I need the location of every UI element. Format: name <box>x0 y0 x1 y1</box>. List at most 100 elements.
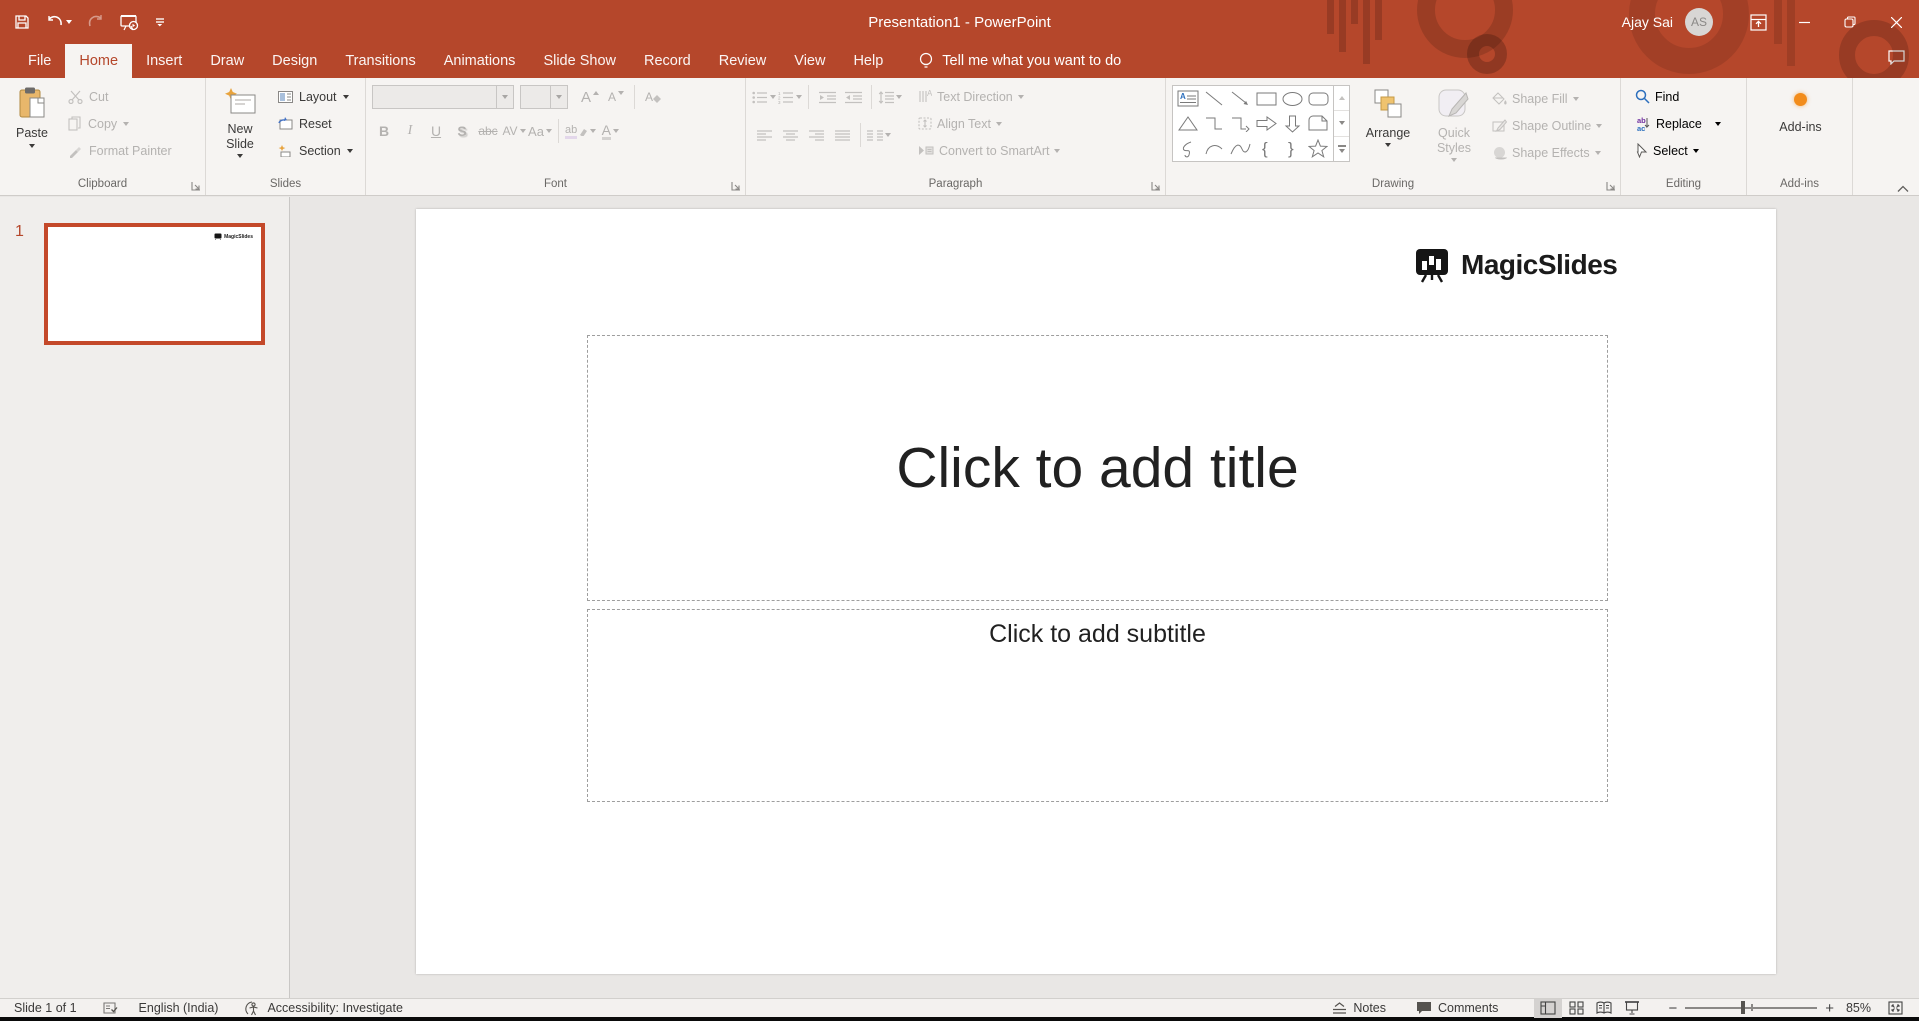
shape-snip-corner[interactable] <box>1308 115 1328 132</box>
bold-button[interactable]: B <box>372 119 396 143</box>
font-dialog-launcher[interactable] <box>731 181 741 191</box>
grow-font-button[interactable]: A <box>578 85 602 109</box>
arrange-button[interactable]: Arrange <box>1358 83 1418 147</box>
text-shadow-button[interactable]: S <box>450 119 474 143</box>
tab-review[interactable]: Review <box>705 44 781 78</box>
tab-design[interactable]: Design <box>258 44 331 78</box>
minimize-button[interactable] <box>1781 0 1827 44</box>
shape-outline-button[interactable]: Shape Outline <box>1490 112 1604 139</box>
tab-help[interactable]: Help <box>839 44 897 78</box>
notes-toggle[interactable]: Notes <box>1332 1001 1386 1015</box>
italic-button[interactable]: I <box>398 119 422 143</box>
start-slideshow-icon[interactable] <box>120 14 139 31</box>
convert-to-smartart-button[interactable]: Convert to SmartArt <box>916 137 1062 164</box>
gallery-more-icon[interactable] <box>1334 137 1349 161</box>
zoom-level[interactable]: 85% <box>1846 1001 1871 1015</box>
accessibility-status[interactable]: Accessibility: Investigate <box>244 1000 403 1016</box>
title-placeholder[interactable]: Click to add title <box>587 335 1608 601</box>
collapse-ribbon-icon[interactable] <box>1897 185 1909 193</box>
strikethrough-button[interactable]: abc <box>476 119 500 143</box>
text-direction-button[interactable]: A Text Direction <box>916 83 1062 110</box>
shape-elbow-connector[interactable] <box>1204 115 1224 132</box>
shape-left-brace[interactable]: { <box>1260 139 1272 158</box>
gallery-scroll-down-icon[interactable] <box>1334 111 1349 137</box>
text-highlight-button[interactable]: ab <box>565 119 597 143</box>
select-button[interactable]: Select <box>1633 137 1742 164</box>
reading-view-button[interactable] <box>1590 999 1618 1018</box>
shape-right-arrow[interactable] <box>1256 115 1277 132</box>
copy-button[interactable]: Copy <box>64 110 176 137</box>
save-icon[interactable] <box>14 14 30 30</box>
align-right-button[interactable] <box>804 123 828 147</box>
restore-button[interactable] <box>1827 0 1873 44</box>
justify-button[interactable] <box>830 123 854 147</box>
shape-line[interactable] <box>1204 90 1224 107</box>
new-slide-button[interactable]: New Slide <box>212 83 268 158</box>
shape-rounded-rectangle[interactable] <box>1308 91 1329 107</box>
shape-down-arrow[interactable] <box>1284 115 1301 133</box>
tab-animations[interactable]: Animations <box>430 44 530 78</box>
subtitle-placeholder[interactable]: Click to add subtitle <box>587 609 1608 802</box>
feedback-bubble-icon[interactable] <box>1888 50 1905 65</box>
slide-sorter-view-button[interactable] <box>1562 999 1590 1018</box>
align-text-button[interactable]: Align Text <box>916 110 1062 137</box>
undo-icon[interactable] <box>46 15 72 29</box>
shape-curve[interactable] <box>1230 141 1251 156</box>
align-center-button[interactable] <box>778 123 802 147</box>
shape-right-brace[interactable]: } <box>1286 139 1298 158</box>
paragraph-dialog-launcher[interactable] <box>1151 181 1161 191</box>
slide-show-button[interactable] <box>1618 999 1646 1018</box>
shape-rectangle[interactable] <box>1256 91 1277 107</box>
slide-thumbnail-1[interactable]: MagicSlides <box>44 223 265 345</box>
align-left-button[interactable] <box>752 123 776 147</box>
shape-star[interactable] <box>1308 139 1328 158</box>
shape-elbow-arrow-connector[interactable] <box>1230 115 1250 132</box>
format-painter-button[interactable]: Format Painter <box>64 137 176 164</box>
font-color-button[interactable]: A <box>598 119 622 143</box>
shape-arc[interactable] <box>1204 141 1224 156</box>
close-button[interactable] <box>1873 0 1919 44</box>
layout-button[interactable]: Layout <box>274 83 357 110</box>
cut-button[interactable]: Cut <box>64 83 176 110</box>
clipboard-dialog-launcher[interactable] <box>191 181 201 191</box>
shape-scribble[interactable] <box>1179 140 1197 158</box>
line-spacing-button[interactable] <box>878 85 902 109</box>
replace-button[interactable]: ab ac Replace <box>1633 110 1742 137</box>
comments-toggle[interactable]: Comments <box>1416 1001 1498 1015</box>
bullets-button[interactable] <box>752 85 776 109</box>
zoom-slider-track[interactable] <box>1685 1001 1818 1015</box>
font-size-combobox[interactable] <box>520 85 568 109</box>
tab-view[interactable]: View <box>780 44 839 78</box>
spell-check-icon[interactable] <box>102 1001 119 1015</box>
tab-file[interactable]: File <box>14 44 65 78</box>
fit-slide-to-window-icon[interactable] <box>1881 999 1909 1018</box>
zoom-slider-thumb[interactable] <box>1740 1001 1745 1015</box>
customize-qat-icon[interactable] <box>155 16 165 28</box>
tab-slide-show[interactable]: Slide Show <box>529 44 630 78</box>
drawing-dialog-launcher[interactable] <box>1606 181 1616 191</box>
tab-transitions[interactable]: Transitions <box>331 44 429 78</box>
quick-styles-button[interactable]: Quick Styles <box>1426 83 1482 162</box>
tab-insert[interactable]: Insert <box>132 44 196 78</box>
slide-indicator[interactable]: Slide 1 of 1 <box>14 1001 77 1015</box>
language-indicator[interactable]: English (India) <box>139 1001 219 1015</box>
shape-fill-button[interactable]: Shape Fill <box>1490 85 1604 112</box>
numbering-button[interactable]: 123 <box>778 85 802 109</box>
font-name-combobox[interactable] <box>372 85 514 109</box>
shape-oval[interactable] <box>1282 91 1303 107</box>
clear-formatting-button[interactable]: A <box>641 85 665 109</box>
normal-view-button[interactable] <box>1534 998 1563 1018</box>
shape-effects-button[interactable]: Shape Effects <box>1490 139 1604 166</box>
shape-line-arrow[interactable] <box>1230 90 1250 107</box>
zoom-out-icon[interactable]: − <box>1668 1000 1677 1017</box>
avatar[interactable]: AS <box>1685 8 1713 36</box>
find-button[interactable]: Find <box>1633 83 1742 110</box>
tell-me-search[interactable]: Tell me what you want to do <box>919 44 1121 78</box>
section-button[interactable]: Section <box>274 137 357 164</box>
increase-indent-button[interactable] <box>841 85 865 109</box>
columns-button[interactable] <box>867 123 891 147</box>
shape-triangle[interactable] <box>1178 115 1198 132</box>
account-name[interactable]: Ajay Sai <box>1622 14 1673 30</box>
shape-text-box[interactable]: A <box>1177 90 1199 107</box>
tab-home[interactable]: Home <box>65 44 133 78</box>
